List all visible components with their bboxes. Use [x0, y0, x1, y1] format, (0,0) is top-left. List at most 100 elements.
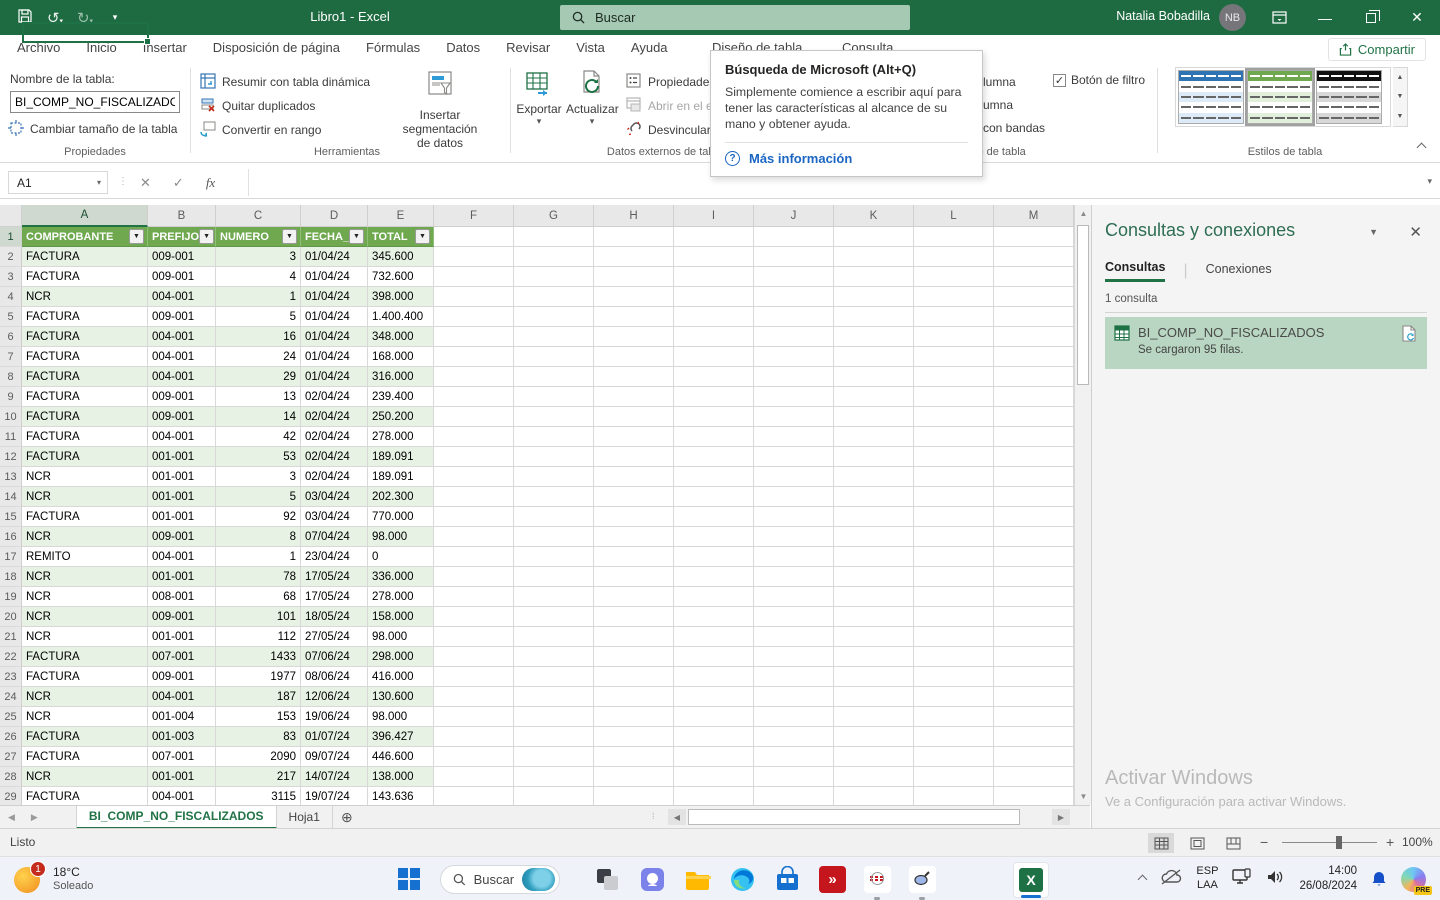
cell[interactable] — [514, 547, 594, 567]
store-icon[interactable] — [774, 866, 801, 893]
row-header-5[interactable]: 5 — [0, 307, 22, 327]
cell[interactable] — [674, 447, 754, 467]
cell[interactable]: NCR — [22, 487, 148, 507]
cell[interactable] — [514, 707, 594, 727]
column-header-D[interactable]: D — [301, 205, 368, 227]
cell[interactable]: 001-001 — [148, 487, 216, 507]
cell[interactable] — [434, 327, 514, 347]
cell[interactable] — [754, 327, 834, 347]
menu-tab-ayuda[interactable]: Ayuda — [618, 35, 681, 60]
cell[interactable] — [754, 467, 834, 487]
cell[interactable] — [674, 307, 754, 327]
cell[interactable] — [834, 767, 914, 787]
cell[interactable] — [674, 367, 754, 387]
menu-tab-disposici-n-de-p-gina[interactable]: Disposición de página — [200, 35, 353, 60]
cell[interactable] — [914, 427, 994, 447]
cell[interactable] — [594, 567, 674, 587]
cell[interactable] — [994, 747, 1074, 767]
cell[interactable]: 239.400 — [368, 387, 434, 407]
row-header-1[interactable]: 1 — [0, 227, 22, 247]
tray-expand-icon[interactable] — [1139, 870, 1146, 888]
cell[interactable]: 17/05/24 — [301, 567, 368, 587]
cell[interactable]: 004-001 — [148, 347, 216, 367]
cell[interactable]: 16 — [216, 327, 301, 347]
export-button[interactable]: Exportar ▾ — [516, 69, 562, 127]
cell[interactable]: 112 — [216, 627, 301, 647]
cell[interactable] — [434, 247, 514, 267]
cell[interactable] — [594, 787, 674, 805]
hscroll-left-icon[interactable]: ◀ — [668, 809, 686, 825]
row-header-14[interactable]: 14 — [0, 487, 22, 507]
cell[interactable] — [514, 767, 594, 787]
tab-conexiones[interactable]: Conexiones — [1206, 262, 1272, 281]
cell[interactable] — [754, 707, 834, 727]
cell[interactable] — [594, 727, 674, 747]
restore-button[interactable] — [1348, 0, 1394, 35]
cell[interactable]: 336.000 — [368, 567, 434, 587]
cell[interactable] — [754, 387, 834, 407]
cell[interactable]: 29 — [216, 367, 301, 387]
cell[interactable] — [994, 447, 1074, 467]
cell[interactable] — [434, 507, 514, 527]
cell[interactable] — [754, 247, 834, 267]
cell[interactable]: 08/06/24 — [301, 667, 368, 687]
cell[interactable] — [674, 647, 754, 667]
scroll-down-icon[interactable]: ▼ — [1075, 788, 1092, 805]
insert-function-icon[interactable]: fx — [206, 175, 215, 191]
cell[interactable] — [834, 327, 914, 347]
app-red-icon[interactable]: » — [819, 866, 846, 893]
cell[interactable] — [994, 427, 1074, 447]
table-style-thumb-1[interactable] — [1247, 70, 1313, 124]
insert-slicer-button[interactable]: Insertar segmentación de datos — [385, 69, 495, 150]
cell[interactable] — [514, 607, 594, 627]
column-header-H[interactable]: H — [594, 205, 674, 227]
cell[interactable] — [994, 687, 1074, 707]
cell[interactable] — [834, 407, 914, 427]
cell[interactable] — [994, 507, 1074, 527]
cell[interactable] — [514, 667, 594, 687]
cell[interactable] — [434, 367, 514, 387]
cell[interactable] — [994, 487, 1074, 507]
cell[interactable] — [994, 727, 1074, 747]
cell[interactable] — [994, 327, 1074, 347]
cell[interactable]: 1433 — [216, 647, 301, 667]
query-list-item[interactable]: BI_COMP_NO_FISCALIZADOS Se cargaron 95 f… — [1105, 317, 1427, 369]
cell[interactable] — [754, 487, 834, 507]
cell[interactable]: 02/04/24 — [301, 447, 368, 467]
cell[interactable] — [594, 387, 674, 407]
gallery-up-icon[interactable]: ▲ — [1393, 68, 1407, 87]
cell[interactable] — [914, 707, 994, 727]
cell[interactable] — [994, 607, 1074, 627]
menu-tab-f-rmulas[interactable]: Fórmulas — [353, 35, 433, 60]
new-sheet-icon[interactable]: ⊕ — [333, 809, 361, 826]
cell[interactable] — [434, 587, 514, 607]
cell[interactable] — [434, 707, 514, 727]
cell[interactable] — [674, 387, 754, 407]
cell[interactable] — [434, 747, 514, 767]
row-header-17[interactable]: 17 — [0, 547, 22, 567]
cell[interactable] — [674, 287, 754, 307]
cell[interactable] — [834, 587, 914, 607]
row-header-21[interactable]: 21 — [0, 627, 22, 647]
cell[interactable] — [754, 407, 834, 427]
cell[interactable]: 98.000 — [368, 527, 434, 547]
zoom-slider-thumb[interactable] — [1336, 836, 1342, 849]
cell[interactable] — [674, 587, 754, 607]
cell[interactable] — [994, 387, 1074, 407]
cell[interactable] — [594, 767, 674, 787]
cell[interactable]: 143.636 — [368, 787, 434, 805]
cell[interactable] — [434, 647, 514, 667]
minimize-button[interactable]: — — [1302, 0, 1348, 35]
cell[interactable] — [674, 427, 754, 447]
cell[interactable] — [754, 527, 834, 547]
cell[interactable]: 008-001 — [148, 587, 216, 607]
user-name[interactable]: Natalia Bobadilla — [1116, 9, 1210, 23]
menu-tab-vista[interactable]: Vista — [563, 35, 618, 60]
cell[interactable] — [834, 727, 914, 747]
filter-dropdown-icon[interactable]: ▼ — [129, 229, 144, 244]
cell[interactable] — [514, 407, 594, 427]
language-indicator[interactable]: ESP LAA — [1196, 865, 1218, 893]
cell[interactable] — [674, 467, 754, 487]
gallery-more-icon[interactable]: ▼ — [1393, 107, 1407, 126]
file-explorer-icon[interactable] — [684, 866, 711, 893]
